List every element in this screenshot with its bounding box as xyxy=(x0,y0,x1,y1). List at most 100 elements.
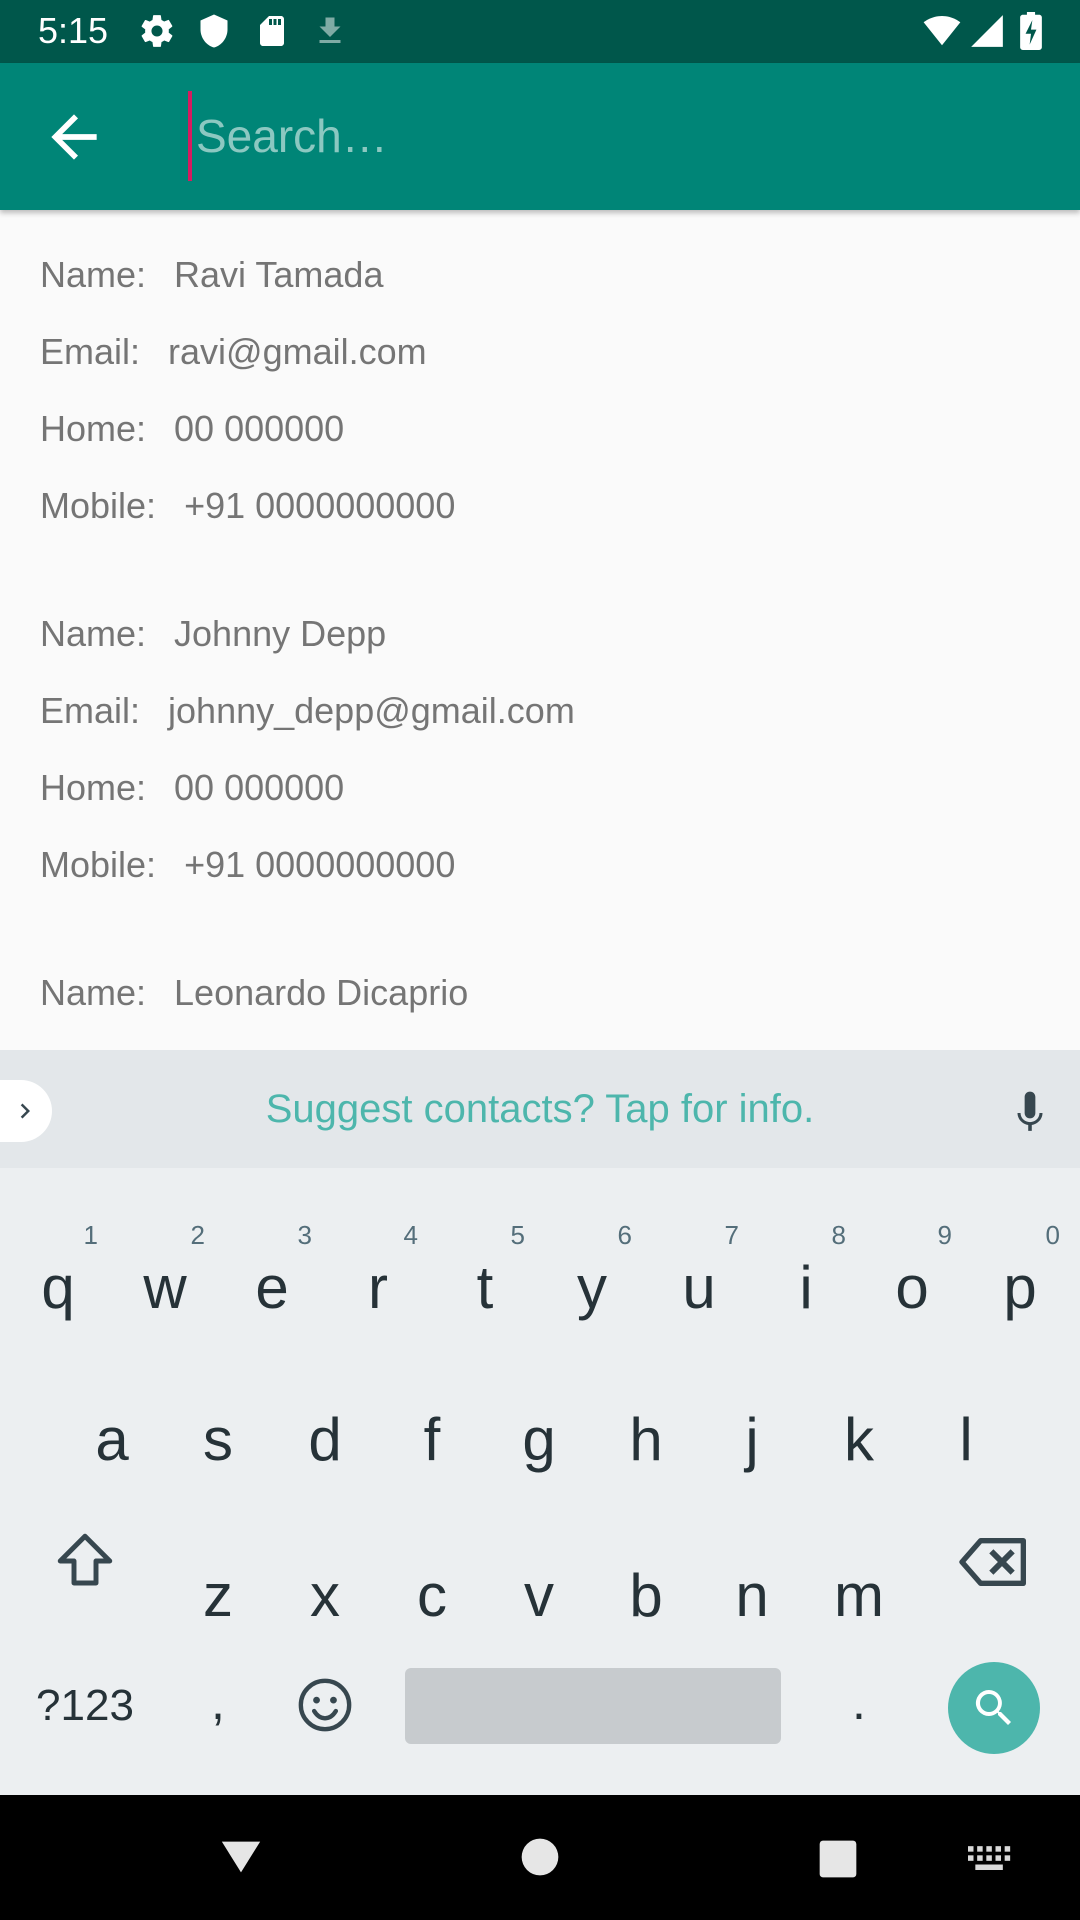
key-o[interactable]: o9 xyxy=(862,1220,962,1328)
key-t-label: t xyxy=(476,1254,494,1321)
key-q-label: q xyxy=(41,1254,75,1321)
contact-name-row: Name: Johnny Depp xyxy=(40,595,1080,672)
key-o-hint: 9 xyxy=(937,1220,952,1250)
contact-email: johnny_depp@gmail.com xyxy=(168,690,575,731)
wifi-icon xyxy=(923,15,961,46)
microphone-icon[interactable] xyxy=(1008,1088,1052,1138)
home-label: Home: xyxy=(40,408,147,449)
key-t-hint: 5 xyxy=(510,1220,525,1250)
key-j[interactable]: j xyxy=(702,1400,802,1480)
contact-item[interactable]: Name: Johnny Depp Email: johnny_depp@gmail… xyxy=(0,544,1080,903)
key-r[interactable]: r4 xyxy=(328,1220,428,1328)
contact-mobile-row: Mobile: +91 0000000000 xyxy=(40,467,1080,544)
search-icon xyxy=(975,1690,1011,1725)
recents-square-icon[interactable] xyxy=(818,1839,858,1879)
key-i[interactable]: i8 xyxy=(756,1220,856,1328)
key-m[interactable]: m xyxy=(809,1556,909,1636)
key-x[interactable]: x xyxy=(275,1556,375,1636)
shift-icon[interactable] xyxy=(52,1528,118,1594)
key-a[interactable]: a xyxy=(62,1400,162,1480)
keyboard-switch-icon[interactable] xyxy=(968,1845,1012,1873)
key-v[interactable]: v xyxy=(489,1556,589,1636)
key-r-hint: 4 xyxy=(403,1220,418,1250)
contact-name: Johnny Depp xyxy=(174,613,387,654)
contact-name-row: Name: Leonardo Dicaprio xyxy=(40,954,1080,1031)
contact-mobile-row: Mobile: +91 0000000000 xyxy=(40,826,1080,903)
key-p-label: p xyxy=(1003,1254,1037,1321)
gear-icon xyxy=(141,15,173,47)
key-q-hint: 1 xyxy=(83,1220,98,1250)
contact-mobile: +91 0000000000 xyxy=(184,844,456,885)
key-k[interactable]: k xyxy=(809,1400,909,1480)
key-p[interactable]: p0 xyxy=(970,1220,1070,1328)
key-z[interactable]: z xyxy=(168,1556,268,1636)
contact-item[interactable]: Name: Leonardo Dicaprio xyxy=(0,903,1080,1031)
sd-card-icon xyxy=(260,16,284,46)
back-triangle-icon[interactable] xyxy=(218,1837,264,1877)
email-label: Email: xyxy=(40,331,141,372)
contact-name-row: Name: Ravi Tamada xyxy=(40,236,1080,313)
key-s[interactable]: s xyxy=(168,1400,268,1480)
key-y-label: y xyxy=(577,1254,607,1321)
contact-home-row: Home: 00 000000 xyxy=(40,390,1080,467)
contact-home: 00 000000 xyxy=(174,408,345,449)
space-bar[interactable] xyxy=(405,1668,781,1744)
navigation-bar xyxy=(0,1795,1080,1920)
period-key[interactable]: . xyxy=(809,1662,909,1742)
key-t[interactable]: t5 xyxy=(435,1220,535,1328)
contact-email: ravi@gmail.com xyxy=(168,331,427,372)
status-bar: 5:15 xyxy=(0,0,1080,63)
home-label: Home: xyxy=(40,767,147,808)
signal-icon xyxy=(971,15,1003,47)
home-circle-icon[interactable] xyxy=(520,1837,560,1877)
key-d[interactable]: d xyxy=(275,1400,375,1480)
backspace-icon[interactable] xyxy=(956,1530,1032,1594)
key-u[interactable]: u7 xyxy=(649,1220,749,1328)
symbols-key[interactable]: ?123 xyxy=(20,1666,150,1746)
contact-item[interactable]: Name: Ravi Tamada Email: ravi@gmail.com Ho… xyxy=(0,210,1080,544)
key-g[interactable]: g xyxy=(489,1400,589,1480)
mobile-label: Mobile: xyxy=(40,485,157,526)
key-b[interactable]: b xyxy=(596,1556,696,1636)
search-action-button[interactable] xyxy=(948,1662,1040,1754)
key-p-hint: 0 xyxy=(1045,1220,1060,1250)
emoji-icon[interactable] xyxy=(296,1676,354,1734)
key-l[interactable]: l xyxy=(916,1400,1016,1480)
key-e-label: e xyxy=(255,1254,289,1321)
key-n[interactable]: n xyxy=(702,1556,802,1636)
comma-key[interactable]: , xyxy=(168,1662,268,1742)
app-bar xyxy=(0,63,1080,210)
contact-email-row: Email: ravi@gmail.com xyxy=(40,313,1080,390)
contact-home-row: Home: 00 000000 xyxy=(40,749,1080,826)
key-e[interactable]: e3 xyxy=(222,1220,322,1328)
key-i-hint: 8 xyxy=(831,1220,846,1250)
key-h[interactable]: h xyxy=(596,1400,696,1480)
key-u-hint: 7 xyxy=(724,1220,739,1250)
back-arrow-icon[interactable] xyxy=(40,103,108,171)
mobile-label: Mobile: xyxy=(40,844,157,885)
status-time: 5:15 xyxy=(38,10,109,51)
email-label: Email: xyxy=(40,690,141,731)
contact-name: Ravi Tamada xyxy=(174,254,384,295)
key-w-label: w xyxy=(143,1254,187,1321)
name-label: Name: xyxy=(40,613,147,654)
download-icon xyxy=(319,17,341,43)
contact-name: Leonardo Dicaprio xyxy=(174,972,469,1013)
soft-keyboard: Suggest contacts? Tap for info. q1 w2 e3… xyxy=(0,1050,1080,1795)
key-o-label: o xyxy=(895,1254,929,1321)
suggestion-text[interactable]: Suggest contacts? Tap for info. xyxy=(0,1086,1080,1132)
contact-mobile: +91 0000000000 xyxy=(184,485,456,526)
key-f[interactable]: f xyxy=(382,1400,482,1480)
key-y-hint: 6 xyxy=(617,1220,632,1250)
suggestion-strip: Suggest contacts? Tap for info. xyxy=(0,1050,1080,1168)
battery-charging-icon xyxy=(1020,12,1042,50)
key-w-hint: 2 xyxy=(190,1220,205,1250)
key-q[interactable]: q1 xyxy=(8,1220,108,1328)
key-y[interactable]: y6 xyxy=(542,1220,642,1328)
key-w[interactable]: w2 xyxy=(115,1220,215,1328)
contact-email-row: Email: johnny_depp@gmail.com xyxy=(40,672,1080,749)
key-c[interactable]: c xyxy=(382,1556,482,1636)
key-e-hint: 3 xyxy=(297,1220,312,1250)
contact-list[interactable]: Name: Ravi Tamada Email: ravi@gmail.com Ho… xyxy=(0,210,1080,1050)
search-input[interactable] xyxy=(188,91,1048,181)
